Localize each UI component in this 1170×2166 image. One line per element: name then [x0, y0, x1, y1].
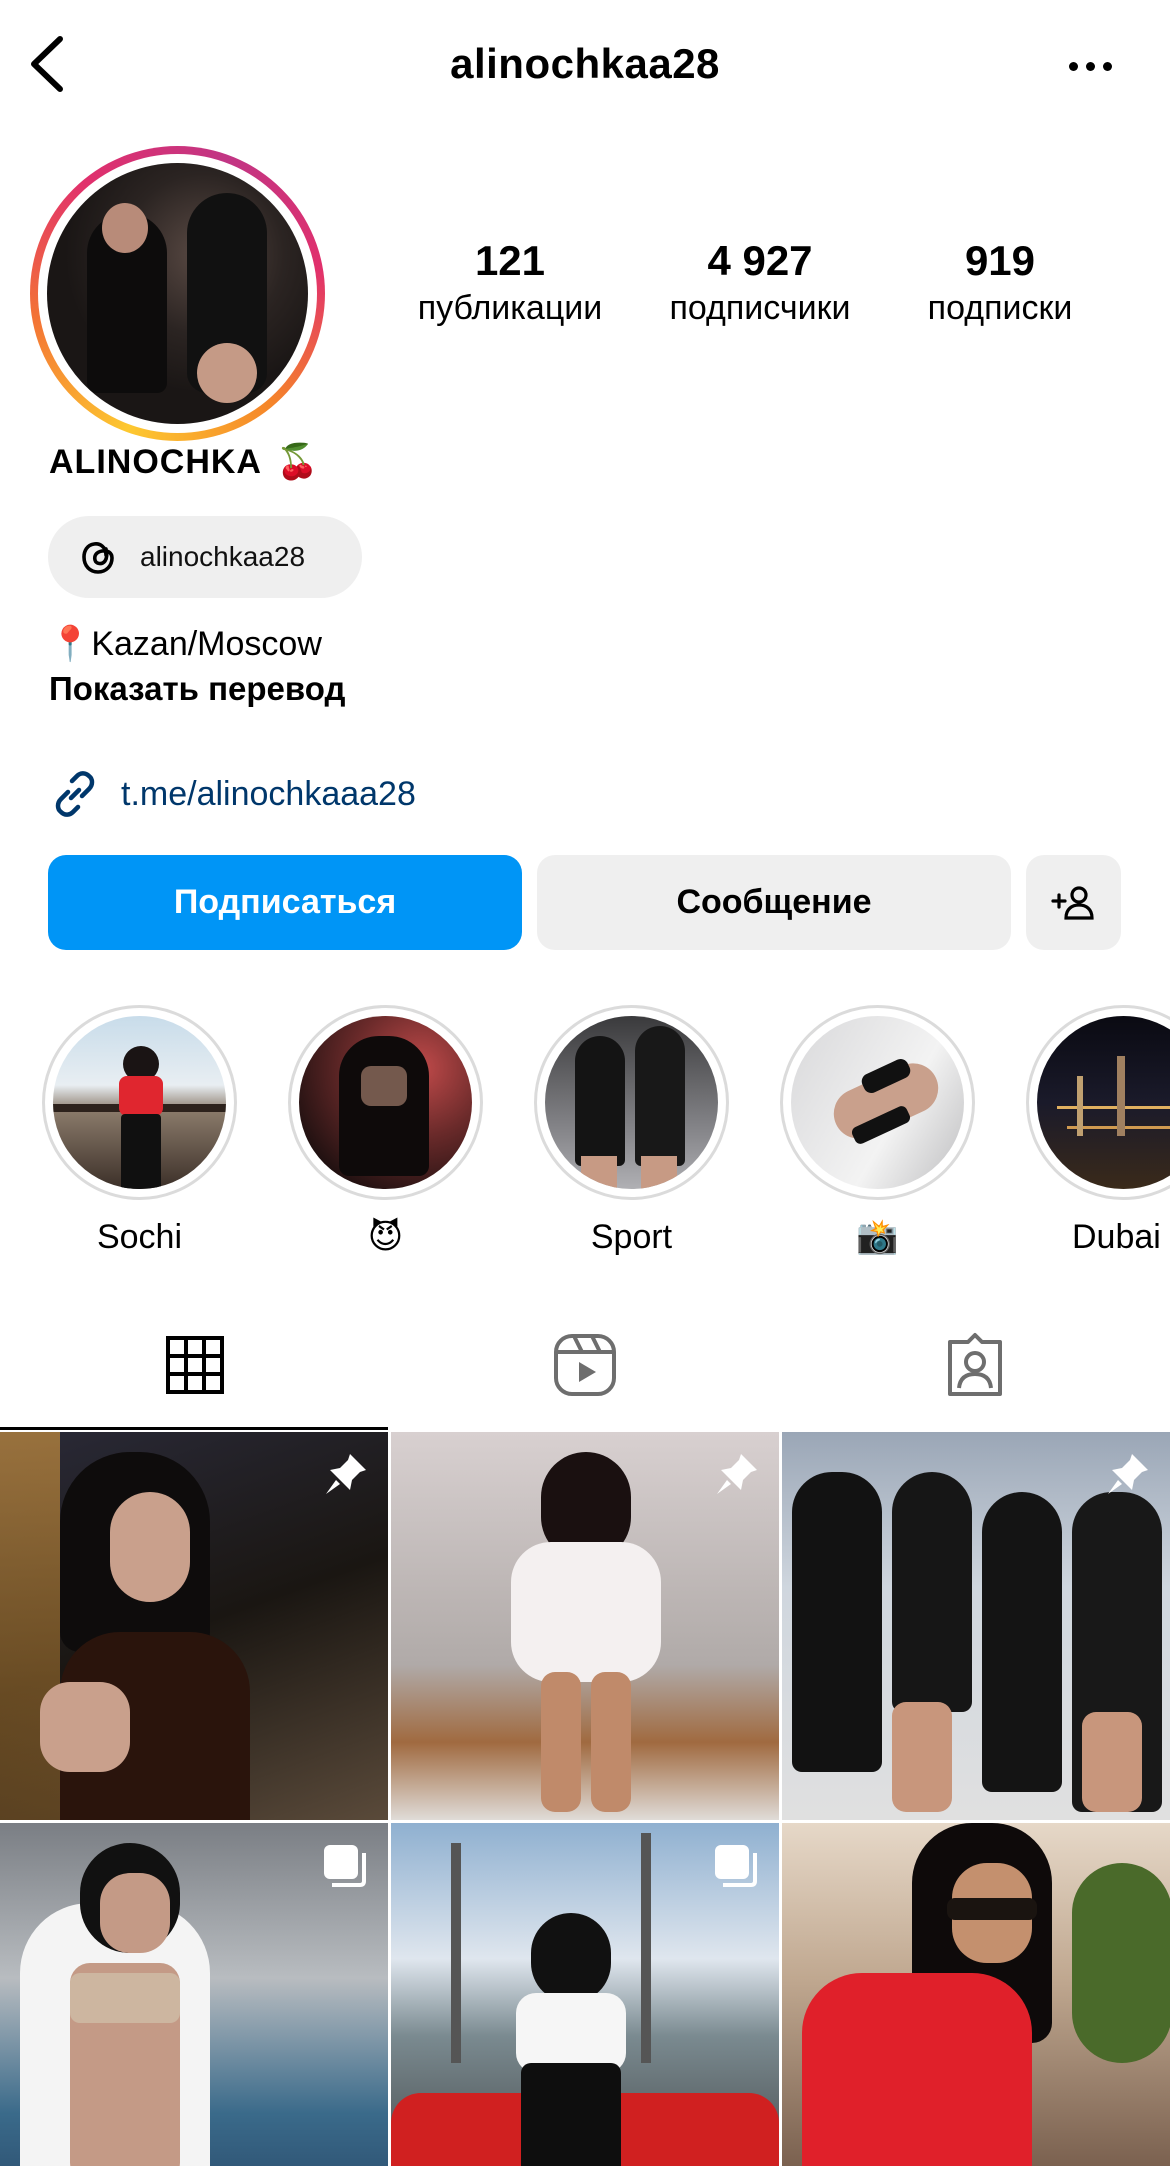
- carousel-icon: [320, 1841, 370, 1896]
- highlight-cover: [299, 1016, 472, 1189]
- highlight-dubai[interactable]: Dubai: [1026, 1005, 1170, 1258]
- highlight-label: 😈: [367, 1218, 404, 1256]
- carousel-icon: [711, 1841, 761, 1896]
- external-link[interactable]: t.me/alinochkaaa28: [49, 768, 416, 820]
- highlight-devil[interactable]: 😈: [288, 1005, 483, 1258]
- highlight-camera[interactable]: 📸: [780, 1005, 975, 1258]
- stat-following-value: 919: [964, 237, 1036, 284]
- bio-location: 📍Kazan/Moscow: [49, 625, 322, 663]
- avatar-story-ring[interactable]: [30, 146, 325, 441]
- highlight-label: Dubai: [1072, 1218, 1161, 1256]
- highlight-sochi[interactable]: Sochi: [42, 1005, 237, 1258]
- pin-icon: [320, 1450, 370, 1505]
- add-user-icon: [1050, 885, 1094, 920]
- display-name: ALINOCHKA 🍒: [49, 442, 319, 482]
- show-translation-link[interactable]: Показать перевод: [49, 670, 345, 708]
- external-link-text: t.me/alinochkaaa28: [121, 774, 416, 813]
- cherry-emoji: 🍒: [275, 443, 320, 481]
- post-thumbnail[interactable]: [782, 1823, 1170, 2166]
- post-thumbnail[interactable]: [0, 1432, 388, 1820]
- stat-posts-value: 121: [474, 237, 546, 284]
- post-thumbnail[interactable]: [0, 1823, 388, 2166]
- stat-posts-label: публикации: [417, 289, 603, 327]
- follow-button[interactable]: Подписаться: [48, 855, 522, 950]
- highlight-cover: [545, 1016, 718, 1189]
- profile-username-title: alinochkaa28: [450, 40, 720, 87]
- pin-icon: [1102, 1450, 1152, 1505]
- active-tab-indicator: [0, 1427, 388, 1430]
- stat-followers-value: 4 927: [707, 237, 813, 284]
- highlight-label: Sport: [590, 1218, 673, 1256]
- stat-following[interactable]: 919 подписки: [905, 236, 1095, 330]
- suggested-accounts-button[interactable]: [1026, 855, 1121, 950]
- profile-stats: 121 публикации 4 927 подписчики 919 подп…: [400, 236, 1120, 336]
- grid-icon: [166, 1336, 224, 1394]
- highlight-sport[interactable]: Sport: [534, 1005, 729, 1258]
- threads-handle: alinochkaa28: [140, 541, 306, 572]
- tab-reels[interactable]: [390, 1300, 780, 1430]
- profile-tabs: [0, 1300, 1170, 1430]
- reels-icon: [554, 1334, 616, 1396]
- highlight-cover: [53, 1016, 226, 1189]
- message-button[interactable]: Сообщение: [537, 855, 1011, 950]
- stat-followers[interactable]: 4 927 подписчики: [640, 236, 880, 330]
- highlight-label: Sochi: [96, 1218, 183, 1256]
- post-thumbnail[interactable]: [391, 1823, 779, 2166]
- highlight-label: 📸: [856, 1218, 899, 1256]
- stat-following-label: подписки: [927, 289, 1073, 327]
- tab-tagged[interactable]: [780, 1300, 1170, 1430]
- highlight-cover: [791, 1016, 964, 1189]
- more-options-icon[interactable]: [1060, 44, 1120, 88]
- avatar: [47, 163, 308, 424]
- highlight-cover: [1037, 1016, 1170, 1189]
- top-bar: alinochkaa28: [0, 0, 1170, 132]
- tab-posts-grid[interactable]: [0, 1300, 390, 1430]
- stat-posts[interactable]: 121 публикации: [400, 236, 620, 330]
- threads-badge-button[interactable]: alinochkaa28: [48, 516, 362, 598]
- post-thumbnail[interactable]: [782, 1432, 1170, 1820]
- post-thumbnail[interactable]: [391, 1432, 779, 1820]
- tagged-icon: [948, 1333, 1002, 1396]
- link-icon: [55, 771, 95, 817]
- display-name-text: ALINOCHKA: [49, 442, 262, 481]
- stat-followers-label: подписчики: [669, 289, 851, 327]
- threads-icon: [82, 542, 114, 574]
- pin-icon: [711, 1450, 761, 1505]
